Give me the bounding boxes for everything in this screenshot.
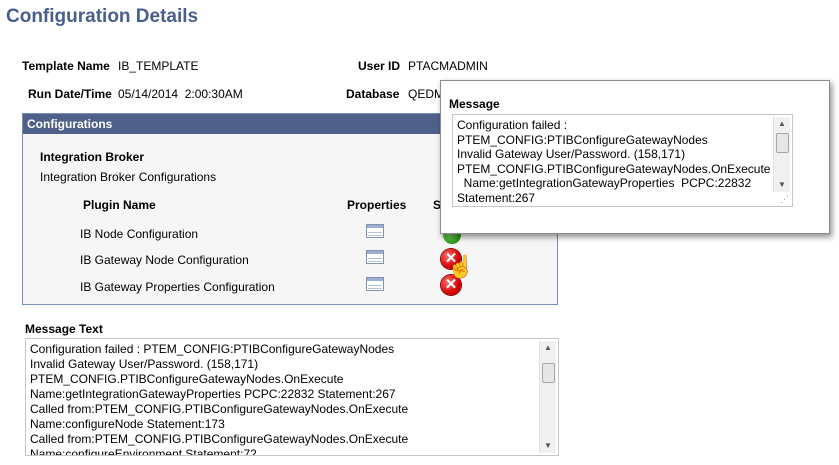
properties-column-header: Properties [347, 198, 407, 212]
scroll-thumb[interactable] [542, 363, 555, 383]
scroll-down-icon[interactable]: ▼ [774, 178, 790, 192]
scroll-thumb[interactable] [776, 133, 789, 153]
grid-icon[interactable] [366, 224, 384, 238]
popup-line: PTEM_CONFIG:PTIBConfigureGatewayNodes [457, 132, 708, 147]
popup-line: Name:getIntegrationGatewayProperties PCP… [457, 176, 752, 190]
page-title: Configuration Details [6, 6, 199, 27]
scroll-up-icon[interactable]: ▲ [774, 117, 790, 131]
popup-line: Statement:267 [457, 190, 536, 205]
message-line: Called from:PTEM_CONFIG.PTIBConfigureGat… [30, 402, 409, 416]
run-date-value: 05/14/2014 2:00:30AM [118, 87, 243, 101]
run-date-label: Run Date/Time [28, 87, 112, 101]
scroll-down-icon[interactable]: ▼ [540, 439, 556, 453]
message-line: Name:getIntegrationGatewayProperties PCP… [30, 387, 396, 401]
plugin-row-label: IB Gateway Node Configuration [80, 253, 249, 267]
message-line: Name:configureNode Statement:173 [30, 417, 225, 431]
message-line: Invalid Gateway User/Password. (158,171) [30, 357, 259, 371]
plugin-name-column-header: Plugin Name [83, 198, 156, 212]
message-text-scrollbar[interactable]: ▲ ▼ [539, 341, 556, 453]
message-popup: Message Configuration failed : PTEM_CONF… [440, 80, 830, 234]
scroll-up-icon[interactable]: ▲ [540, 341, 556, 355]
template-name-value: IB_TEMPLATE [118, 59, 199, 73]
popup-scrollbar[interactable]: ▲ ▼ [773, 117, 790, 192]
message-line: Name:configureEnvironment Statement:72 [30, 447, 257, 456]
user-id-value: PTACMADMIN [408, 59, 488, 73]
grid-icon[interactable] [366, 250, 384, 264]
database-label: Database [346, 87, 400, 101]
plugin-row-label: IB Node Configuration [80, 227, 199, 241]
popup-line: Invalid Gateway User/Password. (158,171) [457, 147, 686, 161]
popup-line: Configuration failed : [457, 118, 568, 132]
popup-line: PTEM_CONFIG.PTIBConfigureGatewayNodes.On… [457, 161, 771, 176]
template-name-label: Template Name [22, 59, 110, 73]
message-line: PTEM_CONFIG.PTIBConfigureGatewayNodes.On… [30, 372, 344, 386]
message-line: Called from:PTEM_CONFIG.PTIBConfigureGat… [30, 432, 409, 446]
group-subtitle: Integration Broker Configurations [40, 170, 217, 184]
message-line: Configuration failed : PTEM_CONFIG:PTIBC… [30, 342, 395, 356]
resize-grip-icon[interactable]: ⋰ [780, 194, 789, 205]
grid-icon[interactable] [366, 277, 384, 291]
user-id-label: User ID [358, 59, 401, 73]
hand-cursor-icon: ☝ [447, 254, 475, 279]
popup-message-area[interactable]: Configuration failed : PTEM_CONFIG:PTIBC… [452, 114, 793, 207]
group-title: Integration Broker [40, 150, 145, 164]
database-value: QEDM [408, 87, 444, 101]
message-text-label: Message Text [25, 322, 103, 336]
popup-title: Message [449, 97, 500, 111]
message-text-area[interactable]: Configuration failed : PTEM_CONFIG:PTIBC… [25, 338, 559, 456]
plugin-row-label: IB Gateway Properties Configuration [80, 280, 275, 294]
